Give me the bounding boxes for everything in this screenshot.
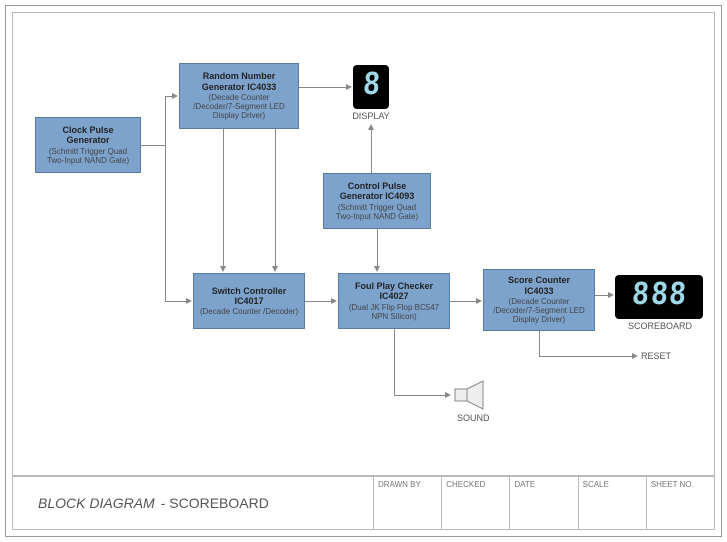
connector <box>394 329 395 395</box>
block-title: Control PulseGenerator IC4093 <box>340 181 415 202</box>
connector-arrow <box>394 395 446 396</box>
block-random-number-generator: Random NumberGenerator IC4033 (Decade Co… <box>179 63 299 129</box>
block-title: Clock PulseGenerator <box>62 125 113 146</box>
block-subtitle: (Decade Counter/Decoder/7-Segment LEDDis… <box>193 93 285 121</box>
block-subtitle: (Schmitt Trigger QuadTwo-Input NAND Gate… <box>336 203 418 221</box>
connector-arrow <box>165 301 187 302</box>
label-display: DISPLAY <box>345 111 397 121</box>
title-bar: BLOCK DIAGRAM - SCOREBOARD DRAWN BY CHEC… <box>12 476 715 530</box>
block-title: Switch ControllerIC4017 <box>212 286 287 307</box>
title-italic: BLOCK DIAGRAM <box>38 495 155 511</box>
diagram-title: BLOCK DIAGRAM - SCOREBOARD <box>13 477 373 529</box>
display-digit: 8 <box>649 280 668 314</box>
footer-drawn-by: DRAWN BY <box>373 477 441 529</box>
footer-sheet-no: SHEET NO. <box>646 477 714 529</box>
footer-scale: SCALE <box>578 477 646 529</box>
block-switch-controller: Switch ControllerIC4017 (Decade Counter … <box>193 273 305 329</box>
label-reset: RESET <box>641 351 671 361</box>
block-foul-play-checker: Foul Play CheckerIC4027 (Dual JK Flip Fl… <box>338 273 450 329</box>
diagram-frame: Clock PulseGenerator (Schmitt Trigger Qu… <box>5 5 722 537</box>
display-digit: 8 <box>631 280 650 314</box>
footer-checked: CHECKED <box>441 477 509 529</box>
connector-arrow <box>539 356 633 357</box>
block-subtitle: (Schmitt Trigger QuadTwo-Input NAND Gate… <box>47 147 129 165</box>
speaker-icon <box>453 379 491 411</box>
display-digit: 8 <box>668 280 687 314</box>
connector <box>539 331 540 356</box>
connector-arrow <box>305 301 332 302</box>
diagram-canvas: Clock PulseGenerator (Schmitt Trigger Qu… <box>12 12 715 476</box>
block-subtitle: (Decade Counter/Decoder/7-Segment LEDDis… <box>493 297 585 325</box>
connector <box>141 145 165 146</box>
display-digit: 8 <box>361 70 380 104</box>
block-subtitle: (Decade Counter /Decoder) <box>200 307 298 316</box>
label-sound: SOUND <box>457 413 490 423</box>
seven-segment-scoreboard: 8 8 8 <box>615 275 703 319</box>
connector-arrow <box>299 87 347 88</box>
connector <box>165 96 166 145</box>
connector-arrow <box>450 301 477 302</box>
block-title: Random NumberGenerator IC4033 <box>202 71 277 92</box>
block-score-counter: Score CounterIC4033 (Decade Counter/Deco… <box>483 269 595 331</box>
label-scoreboard: SCOREBOARD <box>625 321 695 331</box>
connector-arrow <box>371 129 372 173</box>
connector <box>165 145 166 301</box>
block-subtitle: (Dual JK Flip Flop BC547NPN Silicon) <box>349 303 439 321</box>
connector-arrow <box>377 229 378 267</box>
block-control-pulse-generator: Control PulseGenerator IC4093 (Schmitt T… <box>323 173 431 229</box>
block-title: Score CounterIC4033 <box>508 275 570 296</box>
connector-arrow <box>223 129 224 267</box>
connector-arrow <box>275 129 276 267</box>
footer-date: DATE <box>509 477 577 529</box>
block-clock-pulse-generator: Clock PulseGenerator (Schmitt Trigger Qu… <box>35 117 141 173</box>
title-rest: - SCOREBOARD <box>161 495 269 511</box>
seven-segment-display: 8 <box>353 65 389 109</box>
block-title: Foul Play CheckerIC4027 <box>355 281 433 302</box>
connector-arrow <box>595 295 609 296</box>
connector-arrow <box>165 96 173 97</box>
